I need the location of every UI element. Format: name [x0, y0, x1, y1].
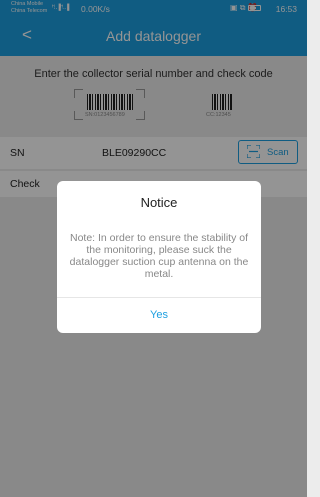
dialog-message: Note: In order to ensure the stability o… [69, 232, 249, 280]
notice-dialog: Notice Note: In order to ensure the stab… [57, 181, 261, 333]
yes-button[interactable]: Yes [57, 298, 261, 333]
dialog-title: Notice [140, 195, 178, 210]
